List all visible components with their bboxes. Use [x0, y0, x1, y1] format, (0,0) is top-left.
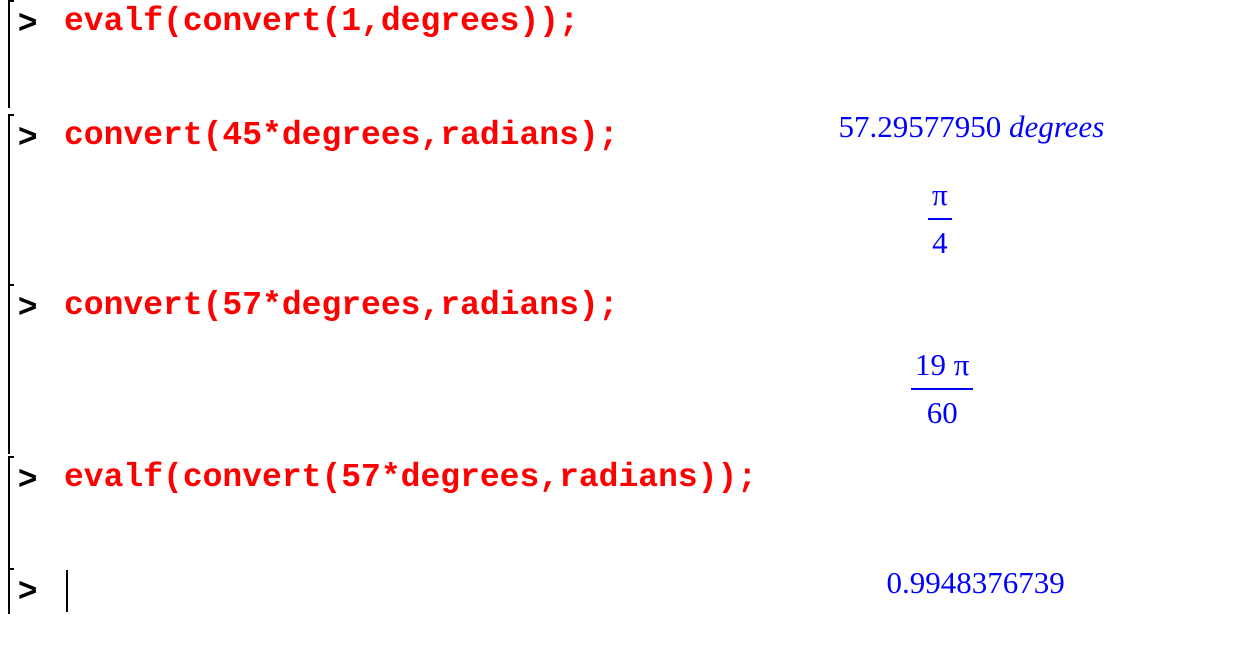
fraction-denominator: 4: [932, 225, 948, 260]
group-bracket[interactable]: [8, 114, 14, 284]
fraction-bar: [911, 388, 974, 390]
execution-group-3: > convert(57*degrees,radians); 19 π 60: [0, 284, 1252, 454]
input-prompt: >: [18, 287, 38, 324]
input-prompt: >: [18, 571, 38, 608]
execution-group-5: >: [0, 568, 1252, 614]
execution-group-4: > evalf(convert(57*degrees,radians)); 0.…: [0, 456, 1252, 600]
execution-group-2: > convert(45*degrees,radians); π 4: [0, 114, 1252, 284]
fraction-numerator: π: [932, 177, 948, 212]
input-command[interactable]: evalf(convert(57*degrees,radians));: [64, 456, 757, 500]
group-bracket[interactable]: [8, 456, 14, 568]
input-prompt: >: [18, 117, 38, 154]
maple-worksheet[interactable]: > evalf(convert(1,degrees)); 57.29577950…: [0, 0, 1252, 646]
group-bracket[interactable]: [8, 568, 14, 614]
fraction-numerator: 19 π: [915, 347, 970, 382]
fraction-denominator: 60: [926, 395, 958, 430]
group-bracket[interactable]: [8, 0, 14, 108]
output-fraction: π 4: [928, 176, 952, 262]
group-bracket[interactable]: [8, 284, 14, 454]
output-fraction: 19 π 60: [911, 346, 974, 432]
execution-group-1: > evalf(convert(1,degrees)); 57.29577950…: [0, 0, 1252, 144]
input-command[interactable]: convert(57*degrees,radians);: [64, 284, 619, 328]
input-prompt: >: [18, 3, 38, 40]
input-command[interactable]: evalf(convert(1,degrees));: [64, 0, 579, 44]
input-prompt: >: [18, 459, 38, 496]
text-cursor: [66, 570, 68, 612]
fraction-bar: [928, 218, 952, 220]
input-command[interactable]: convert(45*degrees,radians);: [64, 114, 619, 158]
